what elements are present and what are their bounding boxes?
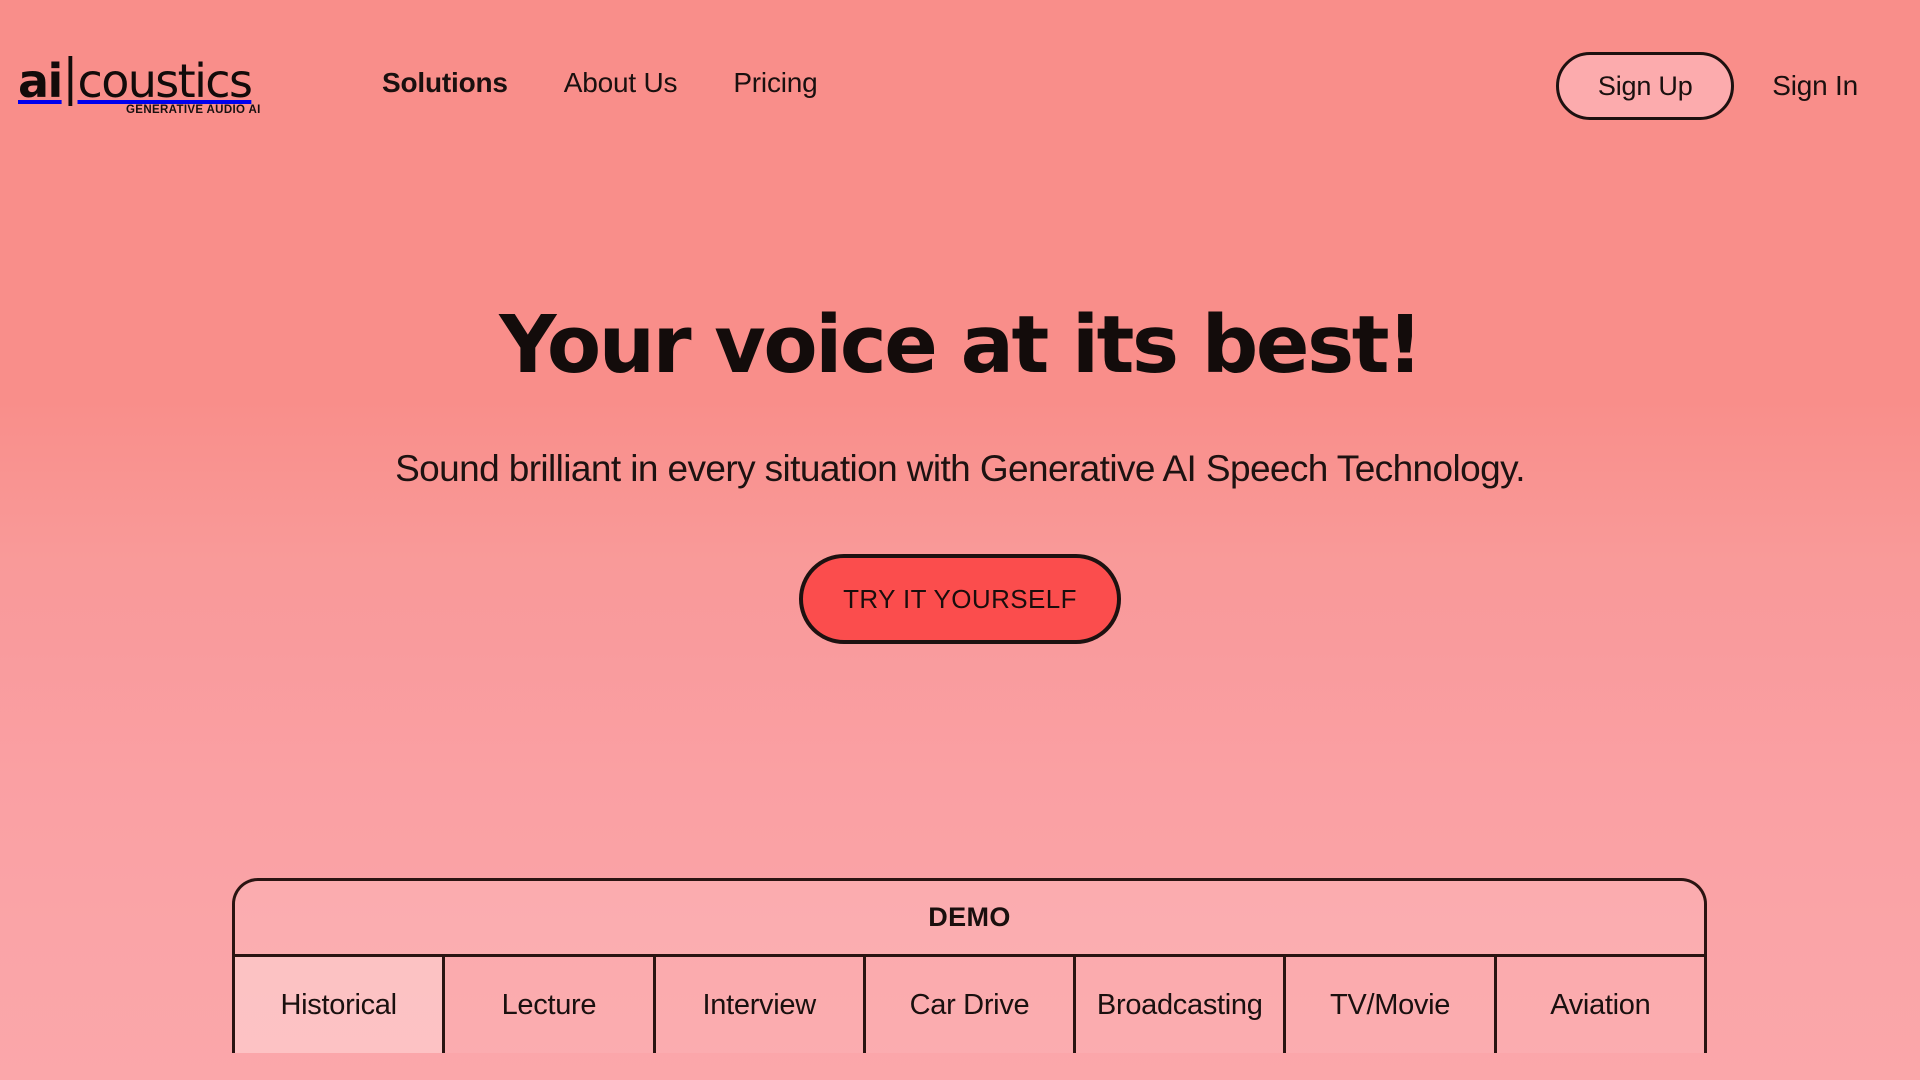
- demo-panel-title: DEMO: [928, 902, 1011, 932]
- demo-tab-list: Historical Lecture Interview Car Drive B…: [235, 957, 1704, 1053]
- logo-wordmark: ai|coustics: [18, 56, 268, 106]
- nav-item-about-us[interactable]: About Us: [564, 66, 678, 100]
- hero-subtitle: Sound brilliant in every situation with …: [395, 448, 1525, 489]
- cta-container: TRY IT YOURSELF: [0, 554, 1920, 644]
- demo-tab-broadcasting[interactable]: Broadcasting: [1076, 957, 1287, 1053]
- demo-tab-tv-movie[interactable]: TV/Movie: [1286, 957, 1497, 1053]
- nav-item-pricing[interactable]: Pricing: [733, 66, 817, 100]
- demo-tab-historical[interactable]: Historical: [235, 957, 446, 1053]
- hero-section: Your voice at its best! Sound brilliant …: [0, 300, 1920, 644]
- demo-tab-lecture[interactable]: Lecture: [445, 957, 656, 1053]
- main-navigation: Solutions About Us Pricing: [382, 66, 818, 100]
- demo-panel: DEMO Historical Lecture Interview Car Dr…: [232, 878, 1707, 1053]
- sign-in-link[interactable]: Sign In: [1772, 70, 1858, 102]
- logo-coustics-text: coustics: [77, 56, 253, 106]
- logo-tagline: GENERATIVE AUDIO AI: [126, 104, 261, 116]
- demo-panel-header: DEMO: [235, 881, 1704, 957]
- nav-item-solutions[interactable]: Solutions: [382, 66, 508, 100]
- logo-ai-text: ai: [18, 56, 63, 106]
- try-it-yourself-button[interactable]: TRY IT YOURSELF: [799, 554, 1121, 644]
- logo-divider-bar: |: [62, 56, 78, 106]
- sign-up-button[interactable]: Sign Up: [1556, 52, 1735, 120]
- demo-tab-interview[interactable]: Interview: [655, 957, 866, 1053]
- site-header: ai|coustics GENERATIVE AUDIO AI Solution…: [0, 0, 1920, 172]
- demo-tab-car-drive[interactable]: Car Drive: [865, 957, 1077, 1053]
- auth-actions: Sign Up Sign In: [1556, 52, 1858, 120]
- page-title: Your voice at its best!: [499, 299, 1423, 391]
- brand-logo[interactable]: ai|coustics GENERATIVE AUDIO AI: [18, 56, 268, 146]
- demo-tab-aviation[interactable]: Aviation: [1496, 957, 1704, 1053]
